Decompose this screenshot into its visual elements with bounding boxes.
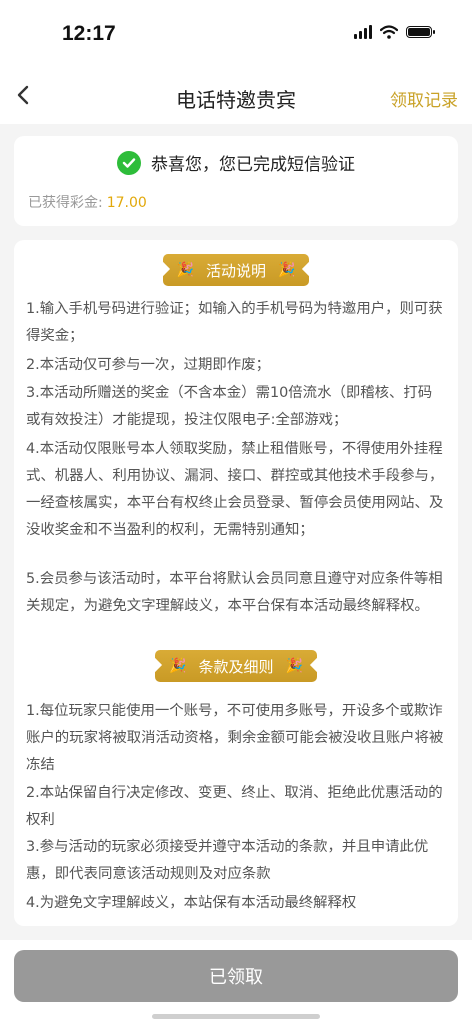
party-popper-icon: 🎉	[278, 262, 296, 278]
party-popper-icon: 🎉	[176, 262, 194, 278]
claim-records-link[interactable]: 领取记录	[390, 86, 458, 111]
earned-label: 已获得彩金:	[28, 195, 103, 211]
section-banner-terms: 🎉 条款及细则 🎉	[155, 650, 317, 682]
terms-rule: 4.为避免文字理解歧义，本站保有本活动最终解释权	[26, 895, 357, 911]
battery-icon	[406, 26, 435, 38]
activity-rule: 2.本活动仅可参与一次，过期即作废；	[26, 357, 270, 373]
wifi-icon	[380, 25, 398, 39]
status-time: 12:17	[62, 22, 116, 45]
activity-rule: 5.会员参与该活动时，本平台将默认会员同意且遵守对应条件等相关规定，为避免文字理…	[26, 571, 443, 614]
terms-rule: 2.本站保留自行决定修改、变更、终止、取消、拒绝此优惠活动的权利	[26, 785, 443, 828]
activity-rule: 3.本活动所赠送的奖金（不含本金）需10倍流水（即稽核、打码或有效投注）才能提现…	[26, 385, 433, 428]
status-bar: 12:17	[0, 0, 472, 68]
home-indicator	[152, 1014, 320, 1019]
verify-message: 恭喜您，您已完成短信验证	[151, 155, 355, 175]
earned-value: 17.00	[106, 195, 147, 211]
terms-rule: 1.每位玩家只能使用一个账号，不可使用多账号，开设多个或欺诈账户的玩家将被取消活…	[26, 703, 444, 773]
check-icon	[117, 150, 141, 175]
verify-card: 恭喜您，您已完成短信验证 已获得彩金: 17.00	[14, 136, 458, 226]
claimed-button[interactable]: 已领取	[14, 950, 458, 1002]
earned-row: 已获得彩金: 17.00	[28, 192, 147, 212]
verify-status: 恭喜您，您已完成短信验证	[14, 150, 458, 175]
nav-bar: 电话特邀贵宾 领取记录	[0, 68, 472, 124]
bottom-bar: 已领取	[0, 940, 472, 1024]
party-popper-icon: 🎉	[285, 658, 303, 674]
section-title: 条款及细则	[198, 657, 274, 676]
section-title: 活动说明	[205, 261, 266, 280]
terms-rule: 3.参与活动的玩家必须接受并遵守本活动的条款，并且申请此优惠，即代表同意该活动规…	[26, 839, 429, 882]
section-banner-activity: 🎉 活动说明 🎉	[163, 254, 309, 286]
status-icons	[354, 25, 435, 39]
activity-rule: 4.本活动仅限账号本人领取奖励，禁止租借账号，不得使用外挂程式、机器人、利用协议…	[26, 441, 444, 538]
activity-rule: 1.输入手机号码进行验证；如输入的手机号码为特邀用户，则可获得奖金；	[26, 301, 443, 344]
party-popper-icon: 🎉	[169, 658, 187, 674]
activity-info-card: 🎉 活动说明 🎉 1.输入手机号码进行验证；如输入的手机号码为特邀用户，则可获得…	[14, 240, 458, 926]
signal-icon	[354, 25, 372, 39]
